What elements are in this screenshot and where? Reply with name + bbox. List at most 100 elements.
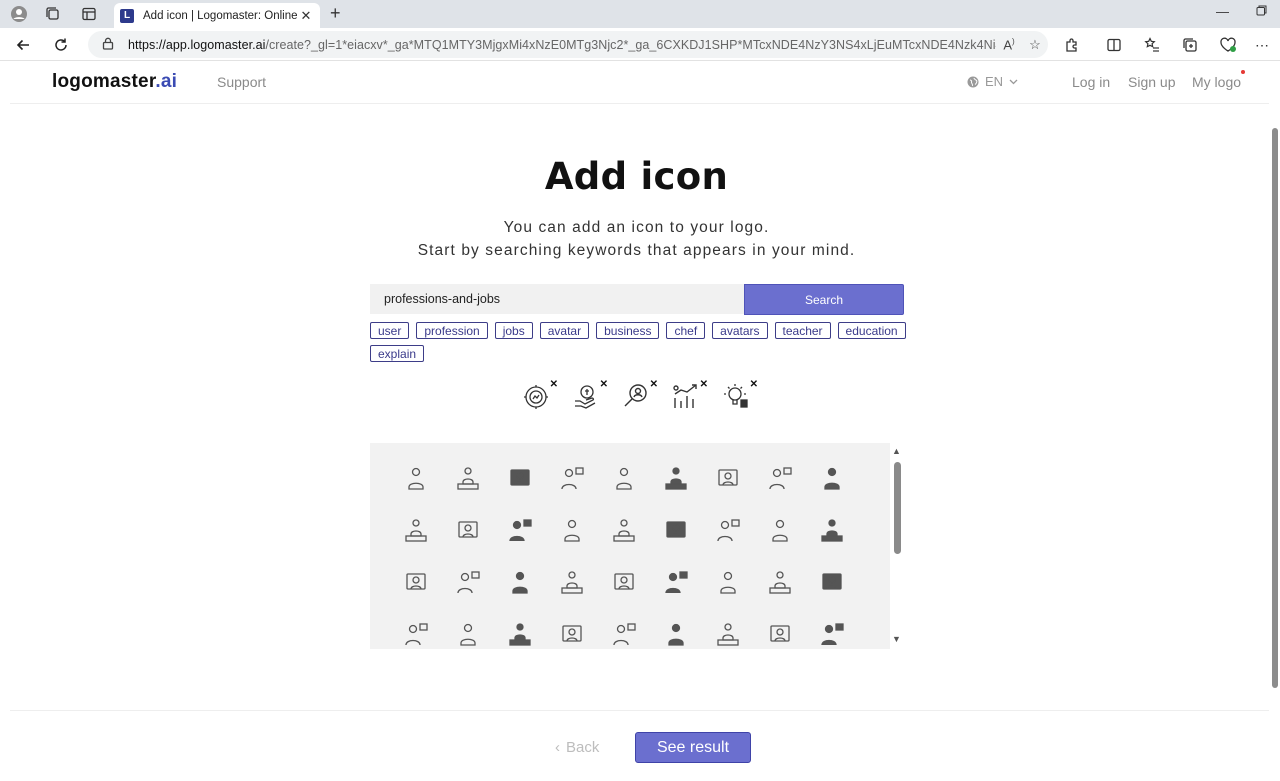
split-screen-icon[interactable] xyxy=(1104,36,1124,54)
icon-result-cell[interactable] xyxy=(650,461,702,513)
scroll-up-arrow[interactable]: ▲ xyxy=(892,446,901,456)
icon-result-cell[interactable] xyxy=(494,617,546,649)
remove-icon[interactable]: ✕ xyxy=(700,379,708,390)
more-menu-icon[interactable]: ⋯ xyxy=(1252,36,1272,54)
icon-result-cell[interactable] xyxy=(494,513,546,565)
login-link[interactable]: Log in xyxy=(1072,74,1110,90)
tab-close-icon[interactable]: ✕ xyxy=(298,8,314,24)
icon-result-cell[interactable] xyxy=(754,617,806,649)
selected-icon-item[interactable]: ✕ xyxy=(522,379,558,410)
scroll-down-arrow[interactable]: ▼ xyxy=(892,634,901,644)
icon-result-cell[interactable] xyxy=(442,513,494,565)
site-logo[interactable]: logomaster.ai xyxy=(52,71,177,93)
icon-result-cell[interactable] xyxy=(754,461,806,513)
new-tab-icon[interactable]: + xyxy=(330,3,341,24)
icon-result-cell[interactable] xyxy=(806,617,858,649)
meeting-icon xyxy=(613,623,636,646)
keyword-tag[interactable]: education xyxy=(837,322,906,339)
selected-icon-item[interactable]: ✕ xyxy=(722,379,758,410)
icon-result-cell[interactable] xyxy=(650,565,702,617)
icon-result-cell[interactable] xyxy=(754,513,806,565)
keyword-tag[interactable]: explain xyxy=(370,345,425,362)
language-selector[interactable]: EN xyxy=(967,74,1018,89)
icon-result-cell[interactable] xyxy=(546,565,598,617)
selected-icon-item[interactable]: ✕ xyxy=(622,379,658,410)
keyword-tag[interactable]: chef xyxy=(666,322,706,339)
icon-result-cell[interactable] xyxy=(598,461,650,513)
minimize-icon[interactable]: — xyxy=(1216,4,1229,19)
scrollbar-thumb[interactable] xyxy=(894,462,901,554)
browser-address-bar: https://app.logomaster.ai/create?_gl=1*e… xyxy=(0,28,1280,61)
icon-result-cell[interactable] xyxy=(546,617,598,649)
icon-result-cell[interactable] xyxy=(702,565,754,617)
read-aloud-icon[interactable]: A) xyxy=(996,37,1022,52)
keyword-tag[interactable]: avatar xyxy=(539,322,590,339)
keyword-tag[interactable]: business xyxy=(596,322,660,339)
refresh-icon[interactable] xyxy=(50,34,72,56)
icon-result-cell[interactable] xyxy=(806,565,858,617)
profile-icon[interactable] xyxy=(8,4,30,24)
icon-result-cell[interactable] xyxy=(806,513,858,565)
icon-result-cell[interactable] xyxy=(754,565,806,617)
icon-result-cell[interactable] xyxy=(390,565,442,617)
support-link[interactable]: Support xyxy=(217,74,266,90)
lock-icon xyxy=(102,37,116,53)
person-icon xyxy=(613,519,635,542)
see-result-button[interactable]: See result xyxy=(635,732,751,763)
selected-icon-item[interactable]: ✕ xyxy=(672,379,708,410)
back-arrow-icon[interactable] xyxy=(12,34,34,56)
icon-result-cell[interactable] xyxy=(546,513,598,565)
icon-result-cell[interactable] xyxy=(442,617,494,649)
nurse-icon xyxy=(564,519,580,542)
remove-icon[interactable]: ✕ xyxy=(600,379,608,390)
document-icon xyxy=(561,571,583,594)
favorite-star-icon[interactable]: ☆ xyxy=(1022,37,1048,53)
keyword-tag[interactable]: profession xyxy=(416,322,488,339)
performance-icon[interactable] xyxy=(1218,36,1238,54)
search-button[interactable]: Search xyxy=(744,284,904,315)
icon-result-cell[interactable] xyxy=(546,461,598,513)
board-icon xyxy=(717,519,740,542)
icon-result-cell[interactable] xyxy=(390,617,442,649)
search-input[interactable] xyxy=(370,284,744,314)
extensions-icon[interactable] xyxy=(1062,36,1082,54)
woman-icon xyxy=(665,571,688,594)
tab-active[interactable]: L Add icon | Logomaster: Online Lo ✕ xyxy=(114,3,320,28)
remove-icon[interactable]: ✕ xyxy=(650,379,658,390)
icon-result-cell[interactable] xyxy=(702,617,754,649)
back-button[interactable]: ‹ Back xyxy=(555,739,599,756)
keyword-tag[interactable]: user xyxy=(370,322,410,339)
keyword-tag[interactable]: teacher xyxy=(774,322,831,339)
icon-result-cell[interactable] xyxy=(702,461,754,513)
icon-result-cell[interactable] xyxy=(442,565,494,617)
remove-icon[interactable]: ✕ xyxy=(550,379,558,390)
icon-result-cell[interactable] xyxy=(390,513,442,565)
icon-result-cell[interactable] xyxy=(702,513,754,565)
icon-result-cell[interactable] xyxy=(494,565,546,617)
my-logo-link[interactable]: My logo xyxy=(1192,74,1241,90)
favorites-icon[interactable] xyxy=(1142,36,1162,54)
icon-result-cell[interactable] xyxy=(598,565,650,617)
icon-result-cell[interactable] xyxy=(390,461,442,513)
url-field[interactable]: https://app.logomaster.ai/create?_gl=1*e… xyxy=(88,31,1048,58)
icon-result-cell[interactable] xyxy=(806,461,858,513)
remove-icon[interactable]: ✕ xyxy=(750,379,758,390)
signup-link[interactable]: Sign up xyxy=(1128,74,1175,90)
gardener-icon xyxy=(770,625,790,642)
icon-result-cell[interactable] xyxy=(598,513,650,565)
tab-actions-icon[interactable] xyxy=(78,4,100,24)
collections-toolbar-icon[interactable] xyxy=(1180,36,1200,54)
keyword-tag[interactable]: avatars xyxy=(712,322,768,339)
icon-result-cell[interactable] xyxy=(650,513,702,565)
restore-icon[interactable] xyxy=(1256,4,1267,19)
icon-result-cell[interactable] xyxy=(650,617,702,649)
window-scrollbar[interactable] xyxy=(1270,108,1280,698)
icon-result-cell[interactable] xyxy=(494,461,546,513)
window-scrollbar-thumb[interactable] xyxy=(1272,128,1278,688)
icon-result-cell[interactable] xyxy=(442,461,494,513)
selected-icon-item[interactable]: ✕ xyxy=(572,379,608,410)
hand-money-icon xyxy=(575,385,596,409)
collections-icon[interactable] xyxy=(42,4,64,24)
keyword-tag[interactable]: jobs xyxy=(494,322,533,339)
icon-result-cell[interactable] xyxy=(598,617,650,649)
